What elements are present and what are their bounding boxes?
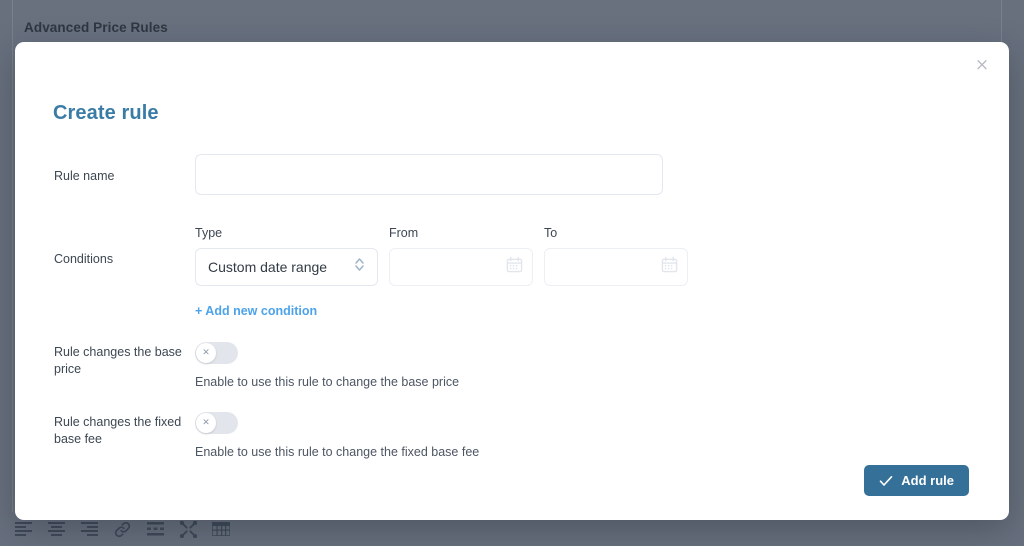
fixed-base-fee-toggle[interactable]: ✕	[195, 412, 238, 434]
condition-to-input[interactable]	[544, 248, 688, 286]
base-price-toggle[interactable]: ✕	[195, 342, 238, 364]
base-price-helper-text: Enable to use this rule to change the ba…	[195, 375, 460, 389]
condition-from-input[interactable]	[389, 248, 533, 286]
conditions-row: Conditions Type Custom date range From T…	[15, 226, 1009, 320]
fixed-base-fee-helper-text: Enable to use this rule to change the fi…	[195, 445, 480, 459]
align-center-icon[interactable]	[45, 518, 67, 540]
conditions-label: Conditions	[54, 252, 114, 266]
horizontal-rule-icon[interactable]	[144, 518, 166, 540]
condition-from-group: From	[389, 226, 533, 286]
rule-name-label: Rule name	[54, 169, 115, 183]
condition-type-group: Type Custom date range	[195, 226, 378, 286]
toggle-knob-x-icon: ✕	[196, 413, 216, 433]
condition-to-group: To	[544, 226, 688, 286]
rule-name-row: Rule name	[15, 154, 1009, 195]
condition-fields: Type Custom date range From To	[195, 226, 1009, 286]
create-rule-modal: × Create rule Rule name Conditions Type …	[15, 42, 1009, 520]
condition-to-label: To	[544, 226, 558, 240]
base-price-toggle-label: Rule changes the base price	[54, 345, 182, 376]
rule-name-input[interactable]	[195, 154, 663, 195]
add-rule-button-label: Add rule	[901, 473, 954, 488]
add-rule-button[interactable]: Add rule	[864, 465, 969, 496]
condition-type-label: Type	[195, 226, 223, 240]
page-title: Advanced Price Rules	[24, 20, 168, 35]
condition-type-select[interactable]: Custom date range	[195, 248, 378, 286]
base-price-toggle-row: Rule changes the base price ✕ Enable to …	[15, 342, 1009, 390]
condition-type-value: Custom date range	[208, 259, 328, 275]
link-icon[interactable]	[111, 518, 133, 540]
fullscreen-icon[interactable]	[177, 518, 199, 540]
fixed-base-fee-toggle-row: Rule changes the fixed base fee ✕ Enable…	[15, 412, 1009, 460]
condition-from-label: From	[389, 226, 419, 240]
fixed-base-fee-toggle-label: Rule changes the fixed base fee	[54, 415, 182, 446]
align-left-icon[interactable]	[12, 518, 34, 540]
create-rule-form: Rule name Conditions Type Custom date ra…	[15, 154, 1009, 460]
align-right-icon[interactable]	[78, 518, 100, 540]
table-icon[interactable]	[210, 518, 232, 540]
toggle-knob-x-icon: ✕	[196, 343, 216, 363]
close-icon[interactable]: ×	[969, 52, 995, 78]
modal-title: Create rule	[53, 102, 159, 124]
add-new-condition-link[interactable]: + Add new condition	[195, 304, 317, 318]
check-icon	[879, 475, 893, 487]
